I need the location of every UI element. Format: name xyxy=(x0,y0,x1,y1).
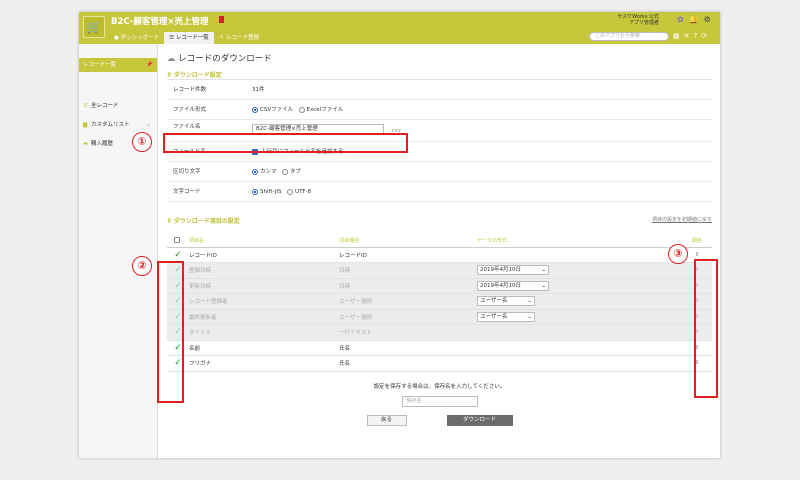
table-row: ✓ タイトル 一行テキスト ⇕ xyxy=(167,324,712,341)
table-row: ✓ 名前 氏名 ⇕ xyxy=(167,340,712,356)
pin-icon[interactable]: 📌 xyxy=(146,58,153,72)
list-icon: ▬ xyxy=(83,141,89,147)
row-delimiter: 区切り文字 カンマ タブ xyxy=(167,162,712,182)
tab-record-add[interactable]: ＋ レコード登録 xyxy=(214,32,264,44)
apps-icon[interactable]: ✿ xyxy=(677,15,684,24)
save-note: 設定を保存する場合は、保存名を入力してください。 xyxy=(373,383,506,390)
grid-icon[interactable]: ▦ xyxy=(673,32,680,40)
col-type: 項目種別 xyxy=(339,234,477,248)
check-icon[interactable]: ✓ xyxy=(174,250,182,260)
gear-icon[interactable]: ⚙ xyxy=(704,15,711,24)
sidebar: レコード一覧 📌 ☰ 全レコード ▆ カスタムリスト ⌄ ▬ 購入履歴 xyxy=(79,44,158,458)
radio-tab[interactable] xyxy=(282,168,289,175)
bookmark-icon[interactable] xyxy=(219,16,224,23)
sidebar-item-custom[interactable]: ▆ カスタムリスト ⌄ xyxy=(79,121,157,129)
app-title: B2C-顧客管理×売上管理 xyxy=(111,17,209,27)
col-order: 順序 xyxy=(682,234,712,248)
annotation-2: ② xyxy=(132,256,152,276)
items-table: 項目名 項目種別 データの形式 順序 ✓ レコードID レコードID ⇕ ✓ 登録日時日… xyxy=(167,234,712,372)
refresh-icon[interactable]: ⟳ xyxy=(701,32,707,40)
download-button[interactable]: ダウンロード xyxy=(446,414,513,426)
radio-sjis[interactable] xyxy=(252,188,258,195)
header-bar: 🛒 B2C-顧客管理×売上管理 ● ダッシュボード ☰ レコード一覧 ＋ レコー… xyxy=(79,12,720,44)
table-row: ✓ レコードID レコードID ⇕ xyxy=(167,247,712,263)
select-all-checkbox[interactable] xyxy=(174,237,180,243)
tools-icon[interactable]: ✕ xyxy=(684,32,690,40)
page-title: ☁ レコードのダウンロード xyxy=(167,54,272,64)
highlight-checkboxes xyxy=(157,261,184,403)
main-content: ☁ レコードのダウンロード ⠿ ダウンロード設定 レコード件数 31件 ファイル形… xyxy=(167,52,712,426)
date-format-select[interactable]: 2019年4月10日 ⌄ xyxy=(477,265,549,276)
tab-record-list[interactable]: ☰ レコード一覧 xyxy=(164,32,214,44)
table-row: ✓ フリガナ 氏名 ⇕ xyxy=(167,355,712,372)
radio-utf8[interactable] xyxy=(287,188,294,195)
radio-excel[interactable] xyxy=(298,106,305,113)
table-row: ✓ レコード登録者 ユーザー選択 ユーザー名 ⌄ ⇕ xyxy=(167,293,712,310)
col-format: データの形式 xyxy=(477,234,682,248)
highlight-order xyxy=(694,259,718,398)
date-format-select[interactable]: 2019年4月10日 ⌄ xyxy=(477,280,549,291)
radio-comma[interactable] xyxy=(252,168,258,175)
folder-icon: ▆ xyxy=(83,122,88,128)
sidebar-head[interactable]: レコード一覧 📌 xyxy=(79,58,157,72)
row-encoding: 文字コード Shift-JIS UTF-8 xyxy=(167,182,712,202)
save-name-input[interactable]: 保存名 xyxy=(401,395,478,407)
bell-icon[interactable]: 🔔 xyxy=(689,15,699,24)
annotation-1: ① xyxy=(132,132,152,152)
cart-icon[interactable]: 🛒 xyxy=(83,16,105,38)
col-name: 項目名 xyxy=(189,234,339,248)
sidebar-item-all[interactable]: ☰ 全レコード xyxy=(79,102,157,110)
back-button[interactable]: 戻る xyxy=(366,414,407,426)
table-row: ✓ 更新日時 日時 2019年4月10日 ⌄ ⇕ xyxy=(167,278,712,294)
section-download-settings: ⠿ ダウンロード設定 xyxy=(167,70,712,80)
search-input[interactable]: このアプリから検索 xyxy=(589,32,669,41)
table-row: ✓ 登録日時 日時 2019年4月10日 ⌄ ⇕ xyxy=(167,262,712,279)
chevron-down-icon[interactable]: ⌄ xyxy=(146,121,151,129)
table-row: ✓ 最終更新者 ユーザー選択 ユーザー名 ⌄ ⇕ xyxy=(167,309,712,325)
cloud-download-icon: ☁ xyxy=(167,54,176,64)
radio-csv[interactable] xyxy=(252,106,258,113)
section-item-settings: ⠿ ダウンロード項目の設定 項目の設定を初期値に戻す xyxy=(167,216,712,225)
list-icon: ☰ xyxy=(83,103,88,109)
user-role: アプリ管理者 xyxy=(628,20,659,26)
user-format-select[interactable]: ユーザー名 ⌄ xyxy=(477,311,535,322)
row-count: レコード件数 31件 xyxy=(167,80,712,100)
user-format-select[interactable]: ユーザー名 ⌄ xyxy=(477,296,535,307)
row-format: ファイル形式 CSVファイル Excelファイル xyxy=(167,100,712,120)
reset-link[interactable]: 項目の設定を初期値に戻す xyxy=(652,216,712,223)
help-icon[interactable]: ? xyxy=(694,32,698,40)
tab-dashboard[interactable]: ● ダッシュボード xyxy=(109,32,164,44)
highlight-filename xyxy=(163,133,408,153)
annotation-3: ③ xyxy=(668,244,688,264)
